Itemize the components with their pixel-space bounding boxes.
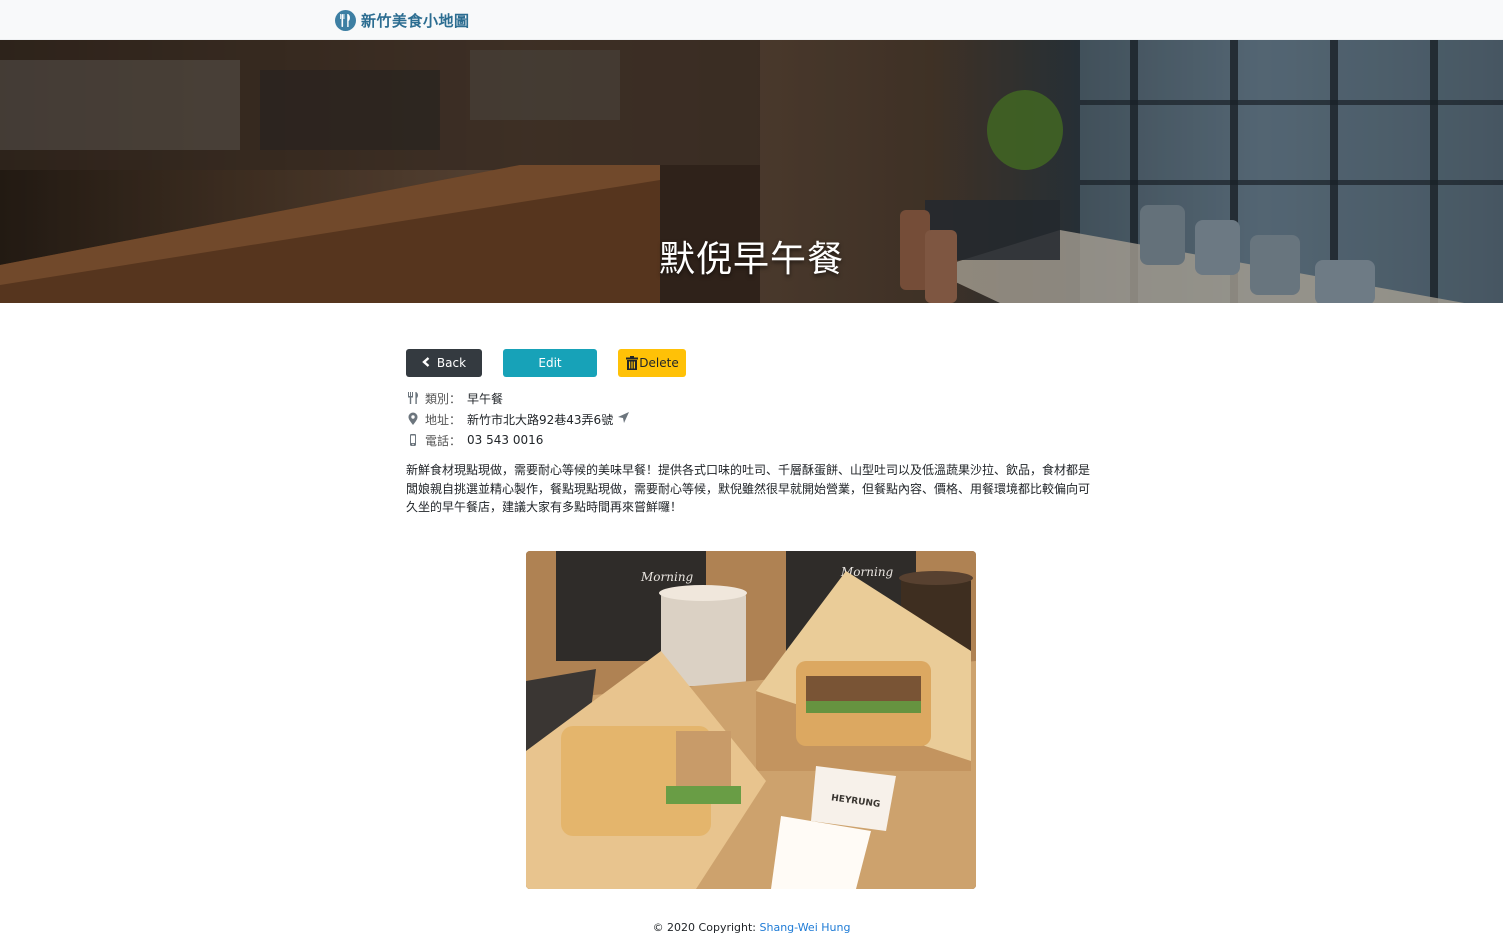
brand-link[interactable]: 新竹美食小地圖 [335,8,470,32]
back-button[interactable]: Back [406,349,482,377]
category-label: 類別： [425,391,462,406]
address-value: 新竹市北大路92巷43弄6號 [467,412,614,427]
food-photo: Morning Morning HEYRUNG [526,551,976,889]
address-row: 地址： 新竹市北大路92巷43弄6號 [406,410,630,428]
category-row: 類別： 早午餐 [406,389,503,407]
author-link[interactable]: Shang-Wei Hung [760,921,851,934]
edit-button[interactable]: Edit [503,349,597,377]
back-label: Back [436,356,467,370]
edit-label: Edit [538,356,562,370]
footer: © 2020 Copyright: Shang-Wei Hung [0,921,1503,934]
copyright-text: © 2020 Copyright: [652,921,760,934]
phone-value: 03 543 0016 [467,433,544,447]
restaurant-name: 默倪早午餐 [658,239,844,280]
delete-label: Delete [639,356,679,370]
address-label: 地址： [425,412,462,427]
navbar: 新竹美食小地圖 [0,0,1503,40]
map-marker-icon [406,412,420,426]
utensils-icon [335,9,356,31]
mobile-phone-icon [406,433,420,447]
delete-button[interactable]: Delete [618,349,686,377]
hero-banner: 默倪早午餐 [0,40,1503,303]
phone-row: 電話： 03 543 0016 [406,431,543,449]
brand-title: 新竹美食小地圖 [361,11,470,30]
chevron-left-icon [422,356,430,370]
phone-label: 電話： [425,433,462,448]
category-value: 早午餐 [467,391,504,406]
location-arrow-icon[interactable] [617,411,630,427]
utensils-icon [406,391,420,405]
trash-icon [625,356,639,370]
restaurant-description: 新鮮食材現點現做，需要耐心等候的美味早餐！提供各式口味的吐司、千層酥蛋餅、山型吐… [406,463,1091,514]
